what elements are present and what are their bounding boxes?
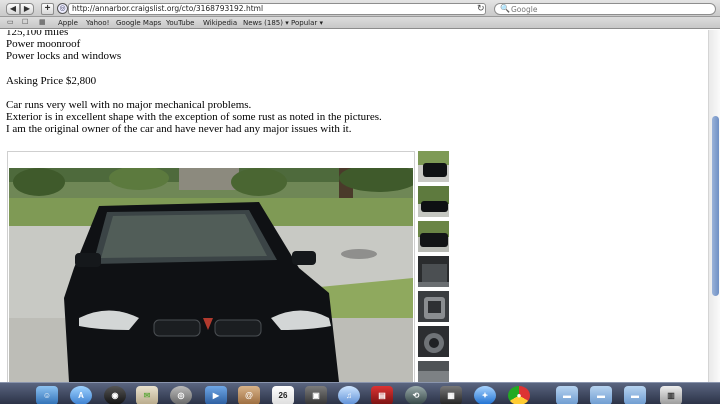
main-car-photo[interactable] — [9, 168, 413, 382]
facetime-icon[interactable]: ▶ — [205, 386, 227, 404]
mail-stamp-icon[interactable]: ✉ — [136, 386, 158, 404]
iphoto-icon[interactable]: ▦ — [440, 386, 462, 404]
vertical-scrollbar[interactable] — [708, 30, 720, 382]
back-button[interactable]: ◀ — [6, 3, 20, 15]
listing-feature-locks: Power locks and windows — [6, 50, 122, 62]
page-content: 125,100 miles Power moonroof Power locks… — [0, 30, 708, 382]
app-store-icon[interactable]: A — [70, 386, 92, 404]
listing-price: Asking Price $2,800 — [6, 75, 97, 87]
thumbnail-strip — [417, 150, 450, 382]
scrollbar-thumb[interactable] — [712, 116, 719, 296]
reload-icon[interactable]: ↻ — [477, 4, 485, 13]
calendar-icon[interactable]: 26 — [272, 386, 294, 404]
bookmark-yahoo[interactable]: Yahoo! — [86, 18, 109, 28]
applications-folder-icon[interactable]: ▬ — [556, 386, 578, 404]
time-machine-icon[interactable]: ⟲ — [405, 386, 427, 404]
car-photo-image — [9, 168, 413, 382]
thumbnail-7[interactable] — [417, 360, 450, 382]
search-icon: 🔍 — [500, 4, 510, 13]
itunes-icon[interactable]: ♫ — [338, 386, 360, 404]
new-tab-button[interactable]: + — [41, 3, 54, 15]
bookmark-google-maps[interactable]: Google Maps — [116, 18, 161, 28]
forward-button[interactable]: ▶ — [20, 3, 34, 15]
reading-list-icon[interactable]: ▭ — [7, 19, 14, 27]
search-input[interactable] — [511, 4, 711, 14]
mission-control-icon[interactable]: ◎ — [170, 386, 192, 404]
listing-mileage: 125,100 miles — [6, 30, 69, 38]
photo-booth-icon[interactable]: ▣ — [305, 386, 327, 404]
browser-toolbar: ◀ ▶ + ◎ http://annarbor.craigslist.org/c… — [0, 0, 720, 17]
downloads-folder-icon[interactable]: ▬ — [624, 386, 646, 404]
photo-icon[interactable]: ▤ — [371, 386, 393, 404]
address-book-icon[interactable]: @ — [238, 386, 260, 404]
safari-icon[interactable]: ✦ — [474, 386, 496, 404]
trash-icon[interactable]: ▥ — [660, 386, 682, 404]
finder-icon[interactable]: ☺ — [36, 386, 58, 404]
chrome-icon[interactable]: ● — [508, 386, 530, 404]
documents-folder-icon[interactable]: ▬ — [590, 386, 612, 404]
top-sites-icon[interactable]: ▦ — [39, 19, 46, 27]
dock: ☺ A ◉ ✉ ◎ ▶ @ 26 ▣ ♫ ▤ ⟲ ▦ ✦ ● ▬ ▬ ▬ ▥ — [0, 382, 720, 404]
dashboard-icon[interactable]: ◉ — [104, 386, 126, 404]
thumbnail-4[interactable] — [417, 255, 450, 288]
thumbnail-6[interactable] — [417, 325, 450, 358]
bookmark-apple[interactable]: Apple — [58, 18, 78, 28]
listing-description-3: I am the original owner of the car and h… — [6, 123, 352, 135]
listing-feature-moonroof: Power moonroof — [6, 38, 81, 50]
bookmark-news[interactable]: News (185) ▾ — [243, 18, 289, 28]
thumbnail-5[interactable] — [417, 290, 450, 323]
bookmark-youtube[interactable]: YouTube — [166, 18, 194, 28]
site-icon: ◎ — [57, 3, 68, 14]
thumbnail-1[interactable] — [417, 150, 450, 183]
bookmark-popular[interactable]: Popular ▾ — [291, 18, 323, 28]
bookmarks-icon[interactable]: ☐ — [22, 19, 28, 27]
bookmark-wikipedia[interactable]: Wikipedia — [203, 18, 237, 28]
address-bar[interactable]: http://annarbor.craigslist.org/cto/31687… — [68, 3, 486, 15]
bookmarks-bar: ▭ ☐ ▦ Apple Yahoo! Google Maps YouTube W… — [0, 17, 720, 29]
search-box[interactable]: 🔍 — [494, 3, 716, 15]
listing-description-2: Exterior is in excellent shape with the … — [6, 111, 382, 123]
thumbnail-2[interactable] — [417, 185, 450, 218]
thumbnail-3[interactable] — [417, 220, 450, 253]
listing-description-1: Car runs very well with no major mechani… — [6, 99, 252, 111]
